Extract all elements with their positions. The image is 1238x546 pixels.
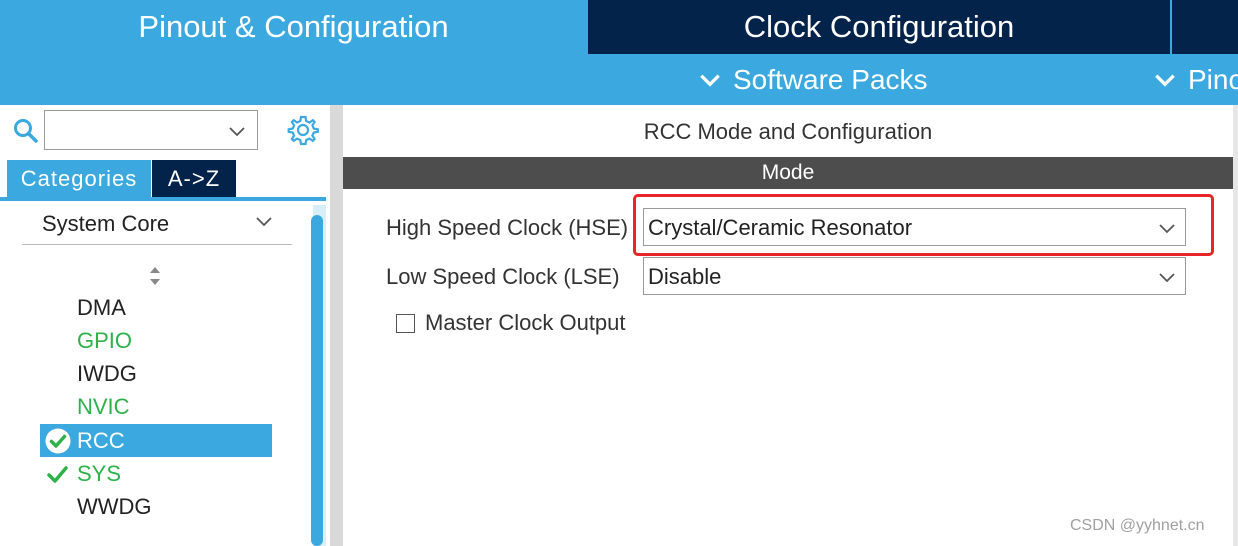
list-item-nvic[interactable]: NVIC (40, 390, 272, 423)
list-item-label: NVIC (77, 394, 130, 419)
tab-a-to-z[interactable]: A->Z (152, 160, 236, 198)
search-icon[interactable] (13, 118, 39, 144)
tab-categories[interactable]: Categories (7, 160, 151, 198)
chevron-down-icon[interactable] (1157, 267, 1177, 287)
list-item-wwdg[interactable]: WWDG (40, 490, 272, 523)
pinout-menu-label: Pino (1188, 63, 1238, 95)
tab-pinout-configuration[interactable]: Pinout & Configuration (0, 0, 587, 54)
checkmark-icon (47, 466, 68, 483)
list-item-rcc[interactable]: RCC (40, 424, 272, 457)
software-packs-label: Software Packs (733, 63, 928, 95)
watermark: CSDN @yyhnet.cn (1070, 517, 1205, 534)
list-item-iwdg[interactable]: IWDG (40, 357, 272, 390)
gear-icon[interactable] (287, 114, 319, 146)
left-scrollbar-thumb[interactable] (311, 215, 323, 546)
list-item-label: IWDG (77, 361, 137, 386)
lse-select[interactable]: Disable (643, 257, 1186, 295)
panel-title: RCC Mode and Configuration (643, 119, 933, 144)
category-select-value: System Core (42, 211, 170, 236)
list-item-gpio[interactable]: GPIO (40, 324, 272, 357)
tab-clock-configuration[interactable]: Clock Configuration (588, 0, 1170, 54)
software-packs-menu[interactable]: Software Packs (697, 54, 928, 105)
list-item-sys[interactable]: SYS (40, 457, 272, 490)
annotation-highlight-box (633, 194, 1214, 256)
search-combo-input[interactable] (44, 110, 258, 150)
sub-menu-bar: Software Packs Pino (0, 54, 1238, 105)
list-item-label: WWDG (77, 494, 152, 519)
master-clock-output-checkbox[interactable] (396, 314, 415, 333)
pinout-menu[interactable]: Pino (1152, 54, 1238, 105)
list-item-label: SYS (77, 461, 122, 486)
top-tab-bar: Pinout & Configuration Clock Configurati… (0, 0, 1238, 54)
chevron-down-icon (700, 74, 720, 87)
check-circle-icon (45, 428, 71, 454)
tab-underline (0, 197, 326, 201)
list-item-label: DMA (77, 295, 126, 320)
list-item-dma[interactable]: DMA (40, 291, 272, 324)
tab-next-partial[interactable] (1172, 0, 1238, 54)
lse-label: Low Speed Clock (LSE) (386, 264, 620, 289)
panel-divider[interactable] (330, 105, 343, 546)
chevron-down-icon[interactable] (227, 121, 247, 141)
master-clock-output-label[interactable]: Master Clock Output (425, 310, 626, 336)
hse-label: High Speed Clock (HSE) (386, 215, 629, 240)
sort-icon[interactable] (147, 265, 163, 287)
chevron-down-icon (1155, 74, 1175, 87)
lse-select-value: Disable (648, 264, 722, 289)
category-select[interactable]: System Core (22, 203, 292, 245)
mode-section-header[interactable]: Mode (343, 157, 1233, 189)
right-scrollbar[interactable] (1233, 105, 1238, 546)
list-item-label: GPIO (77, 328, 133, 353)
list-item-label: RCC (77, 428, 125, 453)
chevron-down-icon[interactable] (254, 211, 274, 231)
